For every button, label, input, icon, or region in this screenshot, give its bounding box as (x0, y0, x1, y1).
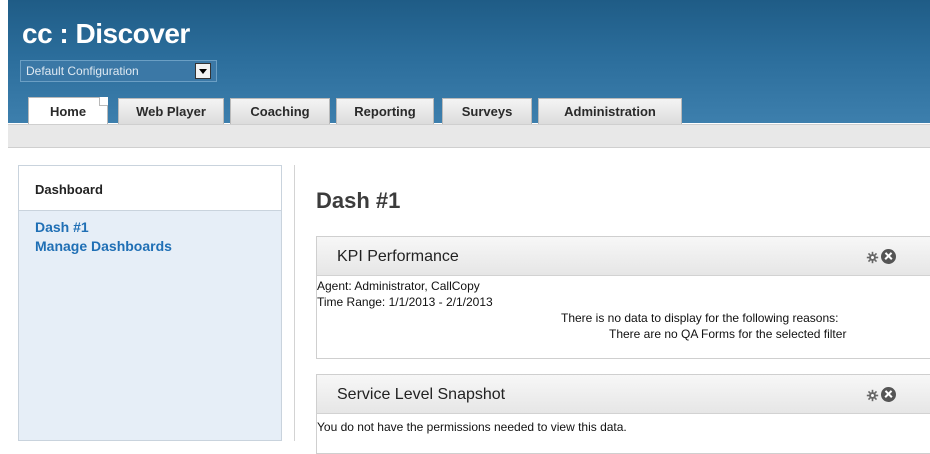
tab-reporting[interactable]: Reporting (336, 98, 434, 124)
page-title: Dash #1 (316, 188, 401, 213)
agent-text: Agent: Administrator, CallCopy (317, 279, 480, 293)
content-divider (294, 165, 295, 441)
permissions-text: You do not have the permissions needed t… (317, 420, 627, 434)
app-window: cc : Discover Default Configuration Home… (0, 0, 930, 454)
service-level-snapshot-panel: Service Level Snapshot You do not have t… (316, 374, 930, 454)
gear-icon[interactable] (866, 251, 879, 264)
dropdown-arrow-icon[interactable] (195, 63, 211, 79)
sidebar-title: Dashboard (35, 182, 103, 197)
tab-coaching[interactable]: Coaching (230, 98, 330, 124)
sidebar-link-dash-1[interactable]: Dash #1 (35, 219, 89, 235)
sidebar-link-manage-dashboards[interactable]: Manage Dashboards (35, 238, 172, 254)
close-icon[interactable] (881, 249, 896, 264)
tab-surveys[interactable]: Surveys (442, 98, 532, 124)
sidebar-header: Dashboard (19, 166, 281, 211)
close-icon[interactable] (881, 387, 896, 402)
configuration-value: Default Configuration (26, 64, 139, 78)
panel-header: KPI Performance (317, 237, 930, 276)
no-qa-forms-text: There are no QA Forms for the selected f… (609, 327, 847, 341)
tab-administration[interactable]: Administration (538, 98, 682, 124)
panel-title: Service Level Snapshot (337, 386, 506, 403)
no-data-reason-text: There is no data to display for the foll… (561, 311, 839, 325)
tab-home[interactable]: Home (28, 97, 108, 125)
sub-toolbar (8, 124, 930, 148)
time-range-text: Time Range: 1/1/2013 - 2/1/2013 (317, 295, 493, 309)
gear-icon[interactable] (866, 389, 879, 402)
dashboard-sidebar: Dashboard Dash #1 Manage Dashboards (18, 165, 282, 441)
tab-web-player[interactable]: Web Player (118, 98, 224, 124)
configuration-select[interactable]: Default Configuration (20, 60, 217, 82)
kpi-performance-panel: KPI Performance Agent: Administrator, Ca… (316, 236, 930, 359)
panel-title: KPI Performance (337, 248, 459, 265)
panel-header: Service Level Snapshot (317, 375, 930, 414)
app-logo: cc : Discover (22, 18, 190, 49)
